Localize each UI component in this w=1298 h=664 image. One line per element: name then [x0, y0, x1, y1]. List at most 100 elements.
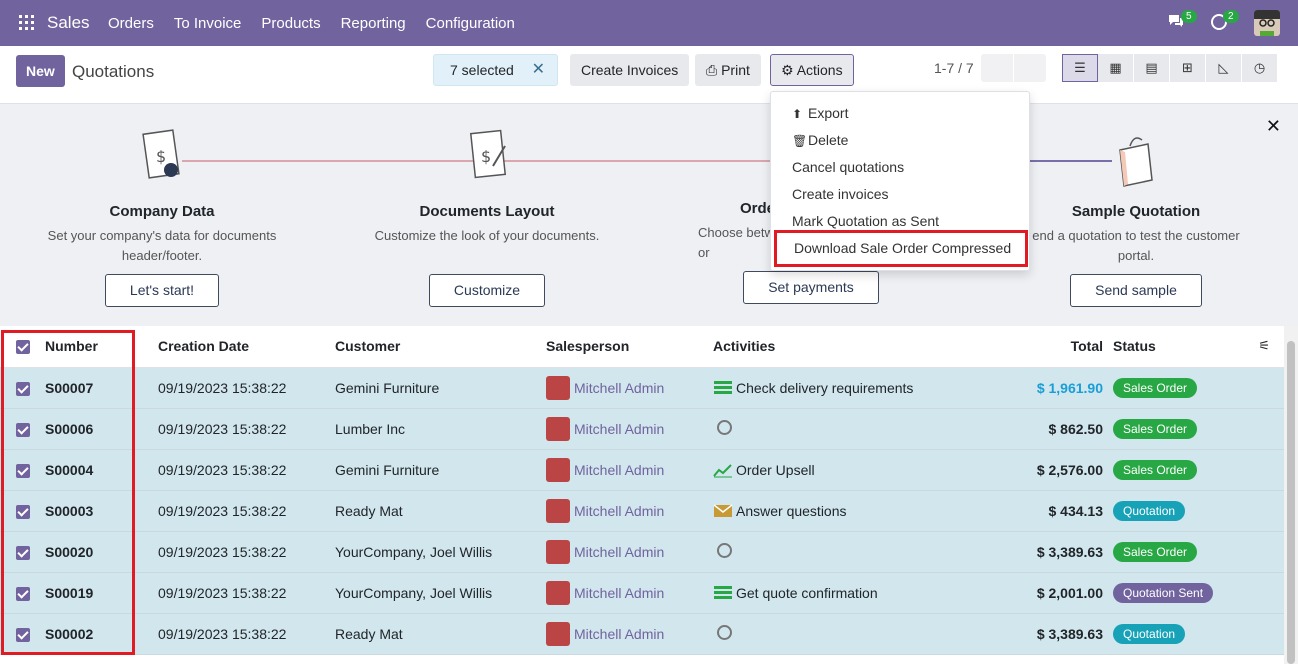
activity-cell[interactable]: Order Upsell	[713, 462, 1023, 478]
menu-configuration[interactable]: Configuration	[426, 15, 515, 32]
salesperson-avatar	[546, 539, 570, 564]
order-number: S00002	[45, 613, 158, 655]
table-row[interactable]: S00002 09/19/2023 15:38:22 Ready Mat Mit…	[0, 613, 1284, 655]
clock-icon[interactable]	[717, 419, 732, 435]
salesperson[interactable]: Mitchell Admin	[546, 416, 713, 441]
row-checkbox[interactable]	[16, 504, 30, 519]
salesperson-name: Mitchell Admin	[574, 625, 665, 642]
checklist-icon	[713, 380, 733, 396]
row-checkbox[interactable]	[16, 545, 30, 560]
activity-cell[interactable]: Answer questions	[713, 503, 1023, 519]
new-button[interactable]: New	[16, 55, 65, 87]
header-customer[interactable]: Customer	[335, 326, 546, 368]
header-creation-date[interactable]: Creation Date	[158, 326, 335, 368]
salesperson[interactable]: Mitchell Admin	[546, 457, 713, 482]
salesperson[interactable]: Mitchell Admin	[546, 580, 713, 605]
set-payments-button[interactable]: Set payments	[743, 271, 879, 304]
menu-reporting[interactable]: Reporting	[341, 15, 406, 32]
header-number[interactable]: Number	[45, 326, 158, 368]
table-row[interactable]: S00003 09/19/2023 15:38:22 Ready Mat Mit…	[0, 490, 1284, 532]
salesperson[interactable]: Mitchell Admin	[546, 498, 713, 523]
table-row[interactable]: S00004 09/19/2023 15:38:22 Gemini Furnit…	[0, 449, 1284, 491]
status-badge: Quotation	[1113, 500, 1186, 521]
action-label: Export	[808, 105, 849, 121]
salesperson-name: Mitchell Admin	[574, 379, 665, 396]
clock-icon[interactable]	[717, 542, 732, 558]
list-view-icon[interactable]: ☰	[1062, 54, 1098, 82]
checklist-icon	[713, 585, 733, 601]
activity-summary: Get quote confirmation	[736, 584, 878, 601]
table-row[interactable]: S00006 09/19/2023 15:38:22 Lumber Inc Mi…	[0, 408, 1284, 450]
activity-cell[interactable]: Check delivery requirements	[713, 380, 1023, 396]
clock-icon[interactable]	[717, 624, 732, 640]
order-number: S00019	[45, 572, 158, 614]
customize-button[interactable]: Customize	[428, 274, 546, 307]
row-checkbox[interactable]	[16, 463, 30, 478]
action-create-invoices[interactable]: Create invoices	[771, 183, 1029, 210]
activity-summary: Check delivery requirements	[736, 379, 914, 396]
order-number: S00003	[45, 490, 158, 532]
salesperson-name: Mitchell Admin	[574, 502, 665, 519]
action-export[interactable]: ⬆ Export	[771, 102, 1029, 129]
user-avatar[interactable]	[1254, 10, 1280, 36]
chat-count-badge: 5	[1181, 10, 1197, 23]
upload-icon: ⬆	[792, 107, 803, 121]
menu-products[interactable]: Products	[261, 15, 320, 32]
step-title: Company Data	[109, 203, 215, 220]
row-checkbox[interactable]	[16, 381, 30, 396]
action-delete[interactable]: 🗑Delete	[771, 129, 1029, 156]
pager-value[interactable]: 1-7 / 7	[934, 60, 974, 76]
lets-start-button[interactable]: Let's start!	[104, 274, 220, 307]
clear-selection-icon[interactable]: ✕	[532, 55, 545, 85]
salesperson[interactable]: Mitchell Admin	[546, 375, 713, 400]
kanban-view-icon[interactable]: ▦	[1098, 54, 1134, 82]
table-row[interactable]: S00007 09/19/2023 15:38:22 Gemini Furnit…	[0, 367, 1284, 409]
row-checkbox[interactable]	[16, 627, 30, 642]
header-total[interactable]: Total	[1023, 326, 1113, 368]
header-status[interactable]: Status ⚟	[1113, 326, 1284, 368]
step-desc: Customize the look of your documents.	[374, 228, 600, 243]
pager-nav-buttons[interactable]	[981, 54, 1046, 82]
envelope-icon	[713, 503, 733, 519]
header-activities[interactable]: Activities	[713, 326, 1023, 368]
salesperson[interactable]: Mitchell Admin	[546, 621, 713, 646]
salesperson-name: Mitchell Admin	[574, 420, 665, 437]
row-checkbox[interactable]	[16, 422, 30, 437]
table-row[interactable]: S00019 09/19/2023 15:38:22 YourCompany, …	[0, 572, 1284, 614]
page-title: Quotations	[72, 62, 155, 81]
activity-view-icon[interactable]: ◷	[1242, 54, 1278, 82]
activity-cell[interactable]: Get quote confirmation	[713, 585, 1023, 601]
table-row[interactable]: S00020 09/19/2023 15:38:22 YourCompany, …	[0, 531, 1284, 573]
step-company-data: $ Company Data Set your company's data f…	[27, 128, 297, 307]
order-total: $ 2,001.00	[1023, 572, 1113, 614]
create-invoices-button[interactable]: Create Invoices	[570, 54, 690, 86]
print-button[interactable]: ⎙ Print	[695, 54, 761, 86]
select-all-checkbox[interactable]	[16, 340, 30, 355]
send-sample-button[interactable]: Send sample	[1070, 274, 1202, 307]
apps-grid-icon[interactable]	[19, 15, 34, 30]
shopping-bag-icon	[1119, 137, 1153, 187]
table-scrollbar[interactable]	[1284, 326, 1298, 664]
order-total: $ 2,576.00	[1023, 449, 1113, 491]
action-cancel-quotations[interactable]: Cancel quotations	[771, 156, 1029, 183]
calendar-view-icon[interactable]: ▤	[1134, 54, 1170, 82]
action-download-compressed[interactable]: Download Sale Order Compressed	[774, 230, 1028, 267]
header-salesperson[interactable]: Salesperson	[546, 326, 713, 368]
selection-indicator: 7 selected ✕	[433, 54, 558, 86]
column-settings-icon[interactable]: ⚟	[1258, 338, 1270, 354]
scrollbar-thumb[interactable]	[1287, 341, 1295, 664]
menu-to-invoice[interactable]: To Invoice	[174, 15, 242, 32]
graph-view-icon[interactable]: ◺	[1206, 54, 1242, 82]
step-desc: end a quotation to test the customer por…	[1032, 228, 1240, 263]
app-brand[interactable]: Sales	[47, 13, 90, 33]
creation-date: 09/19/2023 15:38:22	[158, 367, 335, 409]
menu-orders[interactable]: Orders	[108, 15, 154, 32]
gear-icon: ⚙	[781, 62, 794, 78]
pivot-view-icon[interactable]: ⊞	[1170, 54, 1206, 82]
customer: Ready Mat	[335, 490, 546, 532]
row-checkbox[interactable]	[16, 586, 30, 601]
actions-button[interactable]: ⚙ Actions	[770, 54, 854, 86]
order-number: S00006	[45, 408, 158, 450]
salesperson[interactable]: Mitchell Admin	[546, 539, 713, 564]
salesperson-avatar	[546, 375, 570, 400]
